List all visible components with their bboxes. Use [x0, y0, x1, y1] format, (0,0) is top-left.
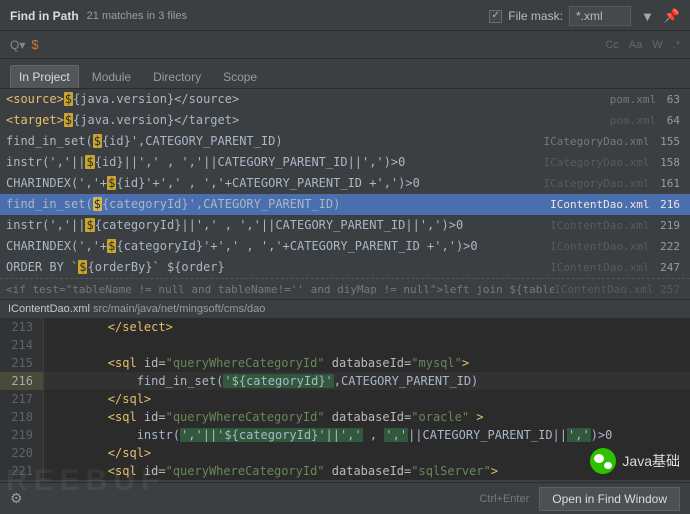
- editor-line[interactable]: 213 </select>: [0, 318, 690, 336]
- result-row[interactable]: <source>${java.version}</source>pom.xml …: [0, 89, 690, 110]
- editor-line[interactable]: 220 </sql>: [0, 444, 690, 462]
- opt-regex[interactable]: .*: [673, 39, 680, 51]
- scope-tabs: In ProjectModuleDirectoryScope: [0, 59, 690, 89]
- tab-in-project[interactable]: In Project: [10, 65, 79, 88]
- editor-line[interactable]: 221 <sql id="queryWhereCategoryId" datab…: [0, 462, 690, 480]
- preview-editor[interactable]: 213 </select>214215 <sql id="queryWhereC…: [0, 318, 690, 480]
- search-row: Q▾ $ Cc Aa W .*: [0, 31, 690, 59]
- opt-exact[interactable]: Aa: [629, 39, 642, 51]
- editor-line[interactable]: 219 instr(','||'${categoryId}'||',' , ',…: [0, 426, 690, 444]
- file-path-row: IContentDao.xml src/main/java/net/mingso…: [0, 299, 690, 318]
- results-list[interactable]: <source>${java.version}</source>pom.xml …: [0, 89, 690, 299]
- result-row[interactable]: instr(','||${categoryId}||',' , ','||CAT…: [0, 215, 690, 236]
- gear-icon[interactable]: ⚙: [10, 490, 23, 507]
- result-row[interactable]: instr(','||${id}||',' , ','||CATEGORY_PA…: [0, 152, 690, 173]
- open-find-window-button[interactable]: Open in Find Window: [539, 487, 680, 511]
- file-mask-group: File mask:: [489, 6, 631, 26]
- path-filename: IContentDao.xml: [8, 303, 90, 315]
- opt-case[interactable]: Cc: [605, 39, 618, 51]
- editor-line[interactable]: 215 <sql id="queryWhereCategoryId" datab…: [0, 354, 690, 372]
- tab-directory[interactable]: Directory: [144, 65, 210, 88]
- file-mask-input[interactable]: [569, 6, 631, 26]
- path-directory: src/main/java/net/mingsoft/cms/dao: [93, 303, 265, 315]
- dialog-header: Find in Path 21 matches in 3 files File …: [0, 0, 690, 31]
- match-count: 21 matches in 3 files: [87, 10, 490, 22]
- result-row[interactable]: ORDER BY `${orderBy}` ${order}IContentDa…: [0, 257, 690, 278]
- opt-words[interactable]: W: [652, 39, 662, 51]
- result-row[interactable]: CHARINDEX(','+${categoryId}'+',' , ','+C…: [0, 236, 690, 257]
- editor-line[interactable]: 218 <sql id="queryWhereCategoryId" datab…: [0, 408, 690, 426]
- editor-line[interactable]: 214: [0, 336, 690, 354]
- search-icon: Q▾: [10, 38, 25, 52]
- search-options: Cc Aa W .*: [605, 39, 680, 51]
- header-tools: ▼ 📌: [641, 8, 680, 24]
- search-input[interactable]: $: [31, 37, 605, 52]
- result-row[interactable]: <target>${java.version}</target>pom.xml …: [0, 110, 690, 131]
- pin-icon[interactable]: 📌: [664, 8, 680, 24]
- dialog-footer: ⚙ Ctrl+Enter Open in Find Window: [0, 482, 690, 514]
- file-mask-checkbox[interactable]: [489, 10, 502, 23]
- result-row[interactable]: find_in_set(${categoryId}',CATEGORY_PARE…: [0, 194, 690, 215]
- truncated-result-row[interactable]: <if test="tableName != null and tableNam…: [0, 278, 690, 299]
- shortcut-hint: Ctrl+Enter: [479, 493, 529, 505]
- editor-line[interactable]: 216 find_in_set('${categoryId}',CATEGORY…: [0, 372, 690, 390]
- tab-scope[interactable]: Scope: [214, 65, 266, 88]
- tab-module[interactable]: Module: [83, 65, 140, 88]
- editor-line[interactable]: 217 </sql>: [0, 390, 690, 408]
- result-row[interactable]: CHARINDEX(','+${id}'+',' , ','+CATEGORY_…: [0, 173, 690, 194]
- filter-icon[interactable]: ▼: [641, 9, 654, 24]
- result-row[interactable]: find_in_set(${id}',CATEGORY_PARENT_ID)IC…: [0, 131, 690, 152]
- file-mask-label: File mask:: [508, 9, 563, 23]
- dialog-title: Find in Path: [10, 9, 79, 23]
